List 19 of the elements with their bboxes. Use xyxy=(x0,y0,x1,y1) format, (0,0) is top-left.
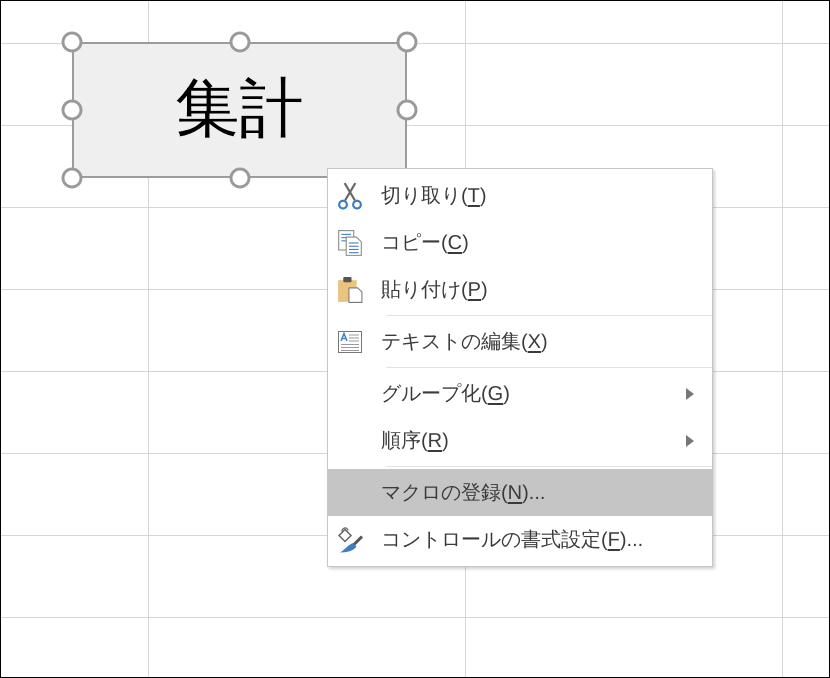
resize-handle-icon[interactable] xyxy=(61,167,83,189)
paint-bucket-brush-icon xyxy=(337,526,363,554)
resize-handle-icon[interactable] xyxy=(228,31,250,53)
resize-handle-icon[interactable] xyxy=(396,99,418,121)
copy-icon xyxy=(337,228,363,256)
resize-handle-icon[interactable] xyxy=(61,31,83,53)
clipboard-icon xyxy=(337,276,363,304)
menu-item[interactable]: マクロの登録(N)... xyxy=(328,469,712,516)
menu-item[interactable]: 順序(R) xyxy=(328,417,712,464)
menu-item[interactable]: コントロールの書式設定(F)... xyxy=(328,516,712,563)
resize-handle-icon[interactable] xyxy=(228,167,250,189)
scissors-icon xyxy=(337,182,363,210)
menu-item[interactable]: テキストの編集(X) xyxy=(328,318,712,365)
resize-handle-icon[interactable] xyxy=(396,31,418,53)
form-button[interactable]: 集計 xyxy=(72,42,407,178)
menu-item[interactable]: グループ化(G) xyxy=(328,370,712,417)
resize-handle-icon[interactable] xyxy=(61,99,83,121)
menu-item[interactable]: 貼り付け(P) xyxy=(328,266,712,313)
menu-item[interactable]: コピー(C) xyxy=(328,219,712,266)
